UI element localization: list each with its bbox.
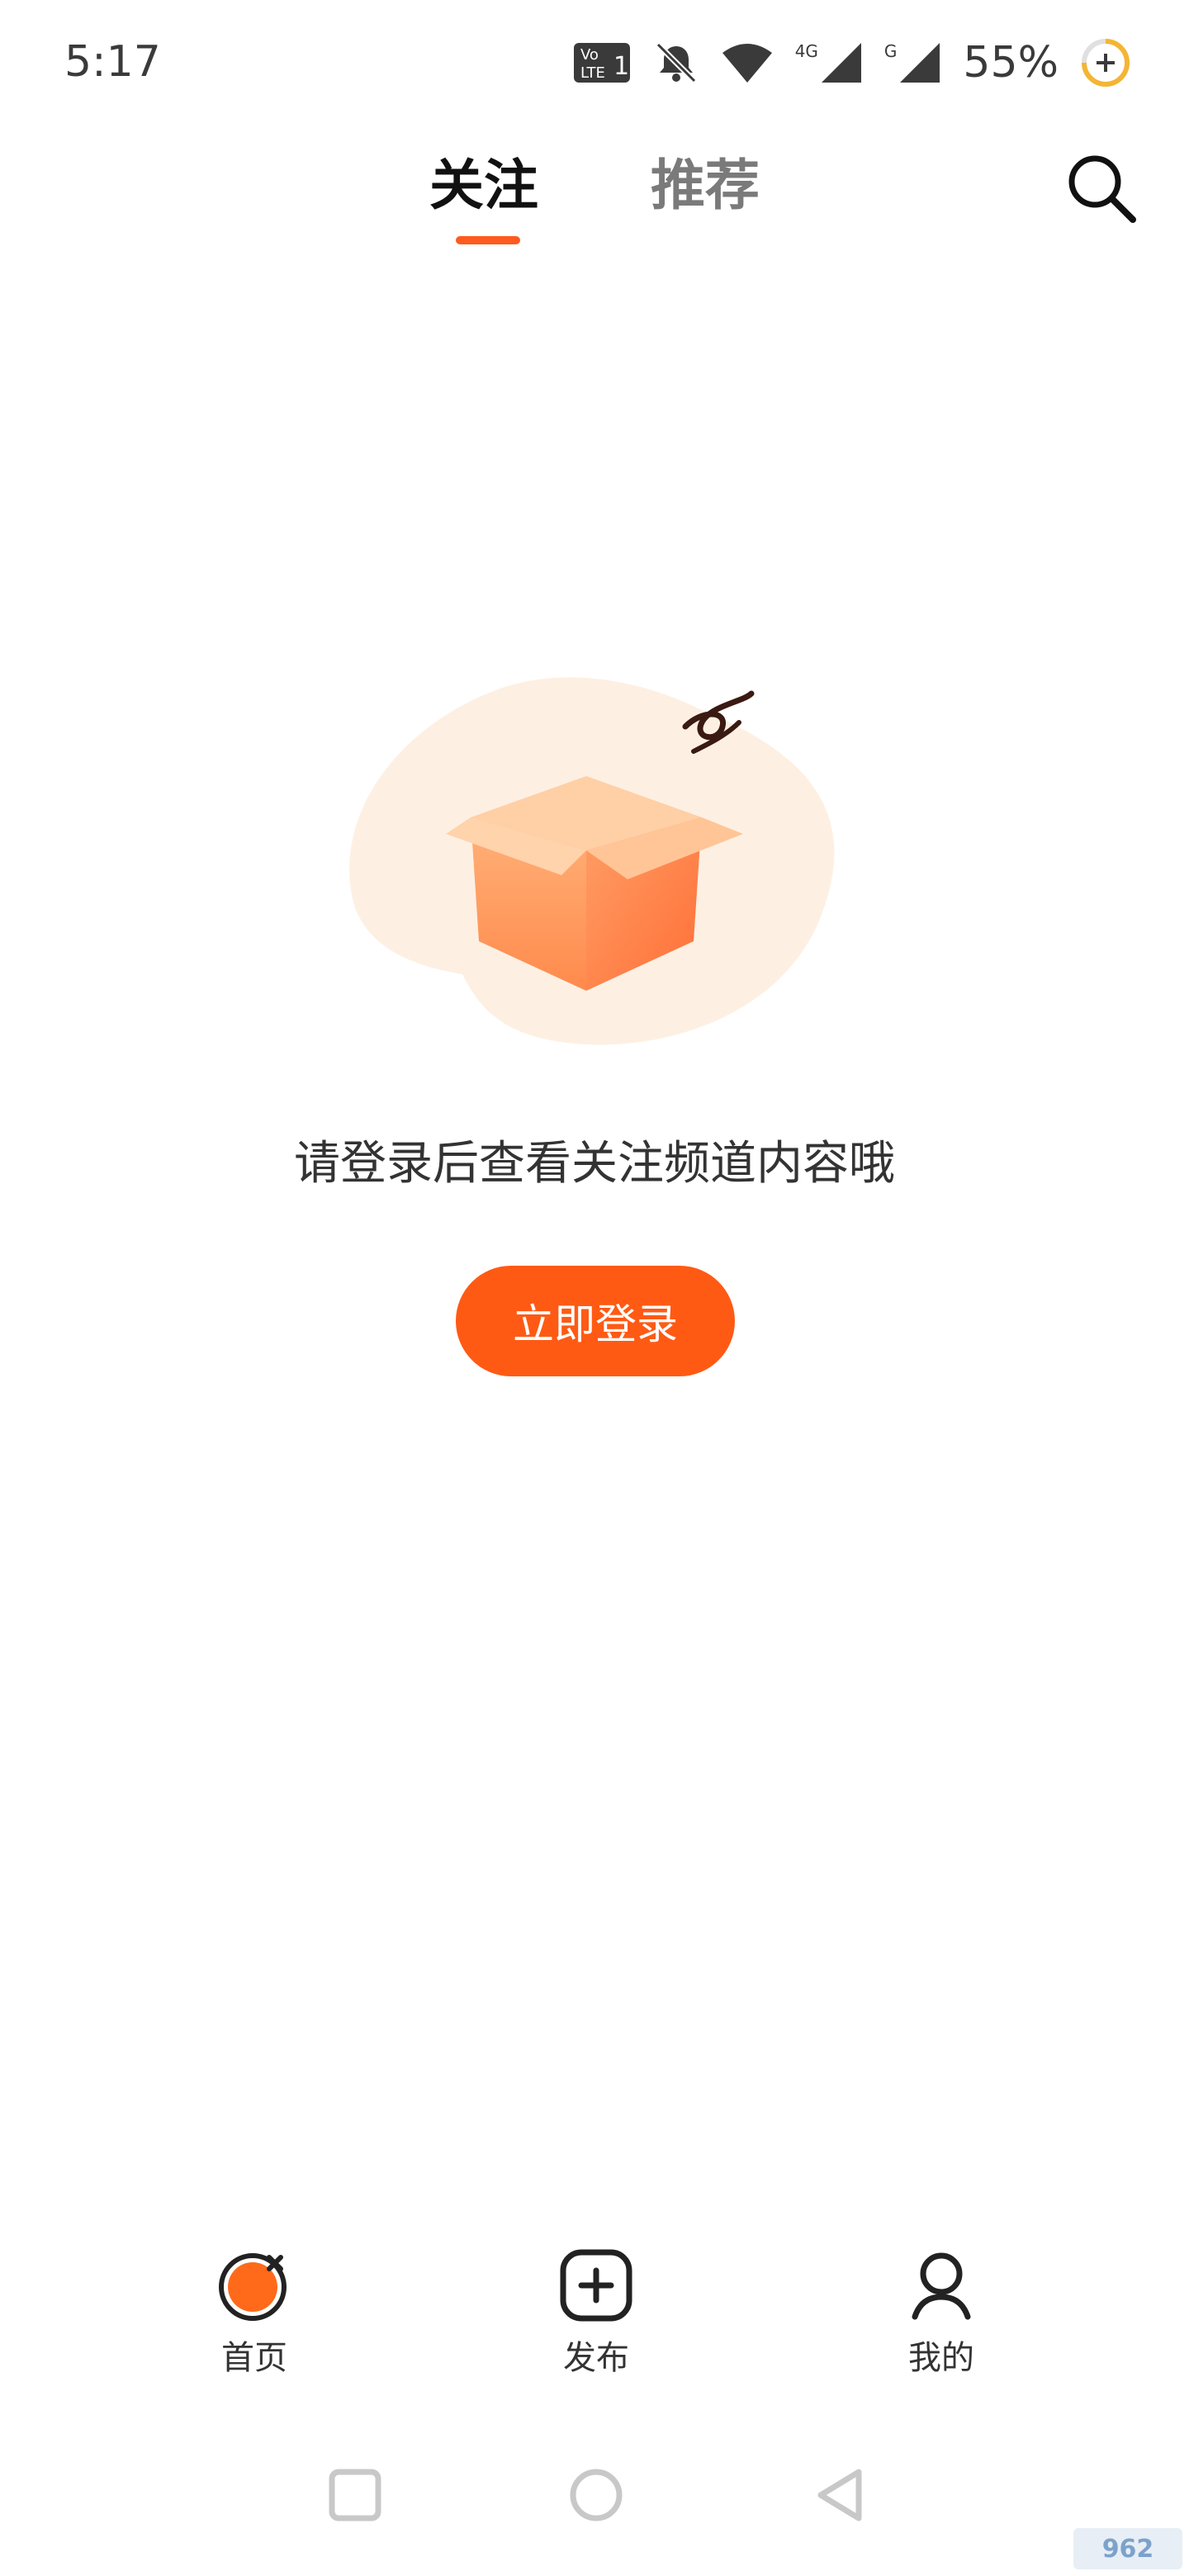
home-system-button[interactable] (563, 2462, 629, 2528)
bell-off-icon (656, 42, 697, 83)
nav-label-mine: 我的 (908, 2339, 974, 2377)
square-icon (329, 2469, 381, 2522)
volte-icon: Vo LTE 1 (573, 43, 630, 83)
signal-4g-icon (821, 43, 861, 83)
active-tab-indicator (456, 236, 520, 244)
nav-item-publish[interactable]: 发布 (514, 2246, 679, 2386)
network-4g-label: 4G (794, 41, 818, 61)
user-icon (912, 2252, 971, 2320)
svg-text:Vo: Vo (580, 46, 599, 64)
nav-label-publish: 发布 (563, 2339, 629, 2377)
back-triangle-icon (817, 2469, 862, 2522)
circle-icon (570, 2469, 623, 2522)
tab-follow[interactable]: 关注 (429, 149, 538, 223)
back-button[interactable] (808, 2462, 874, 2528)
empty-state-message: 请登录后查看关注频道内容哦 (294, 1137, 895, 1191)
search-button[interactable] (1062, 149, 1141, 228)
network-g-label: G (883, 41, 898, 61)
nav-item-mine[interactable]: 我的 (859, 2246, 1024, 2386)
battery-percent: 55% (963, 38, 1059, 88)
plus-square-icon (560, 2249, 632, 2322)
svg-text:1: 1 (613, 52, 629, 81)
watermark-logo: 962 (1073, 2528, 1182, 2569)
tab-recommend[interactable]: 推荐 (651, 149, 760, 223)
nav-label-home: 首页 (221, 2339, 287, 2377)
svg-text:LTE: LTE (580, 64, 605, 82)
battery-saver-icon (1082, 39, 1130, 87)
wifi-icon (722, 44, 772, 83)
nav-item-home[interactable]: 首页 (172, 2246, 337, 2386)
empty-box-illustration (339, 661, 850, 1057)
status-time: 5:17 (64, 37, 161, 87)
signal-g-icon (900, 43, 940, 83)
open-box-icon (349, 677, 835, 1045)
status-icons: Vo LTE 1 4G G 55% (572, 30, 1131, 96)
login-button[interactable]: 立即登录 (456, 1266, 735, 1376)
home-icon (219, 2253, 287, 2321)
search-icon (1068, 155, 1136, 223)
recents-button[interactable] (322, 2462, 388, 2528)
